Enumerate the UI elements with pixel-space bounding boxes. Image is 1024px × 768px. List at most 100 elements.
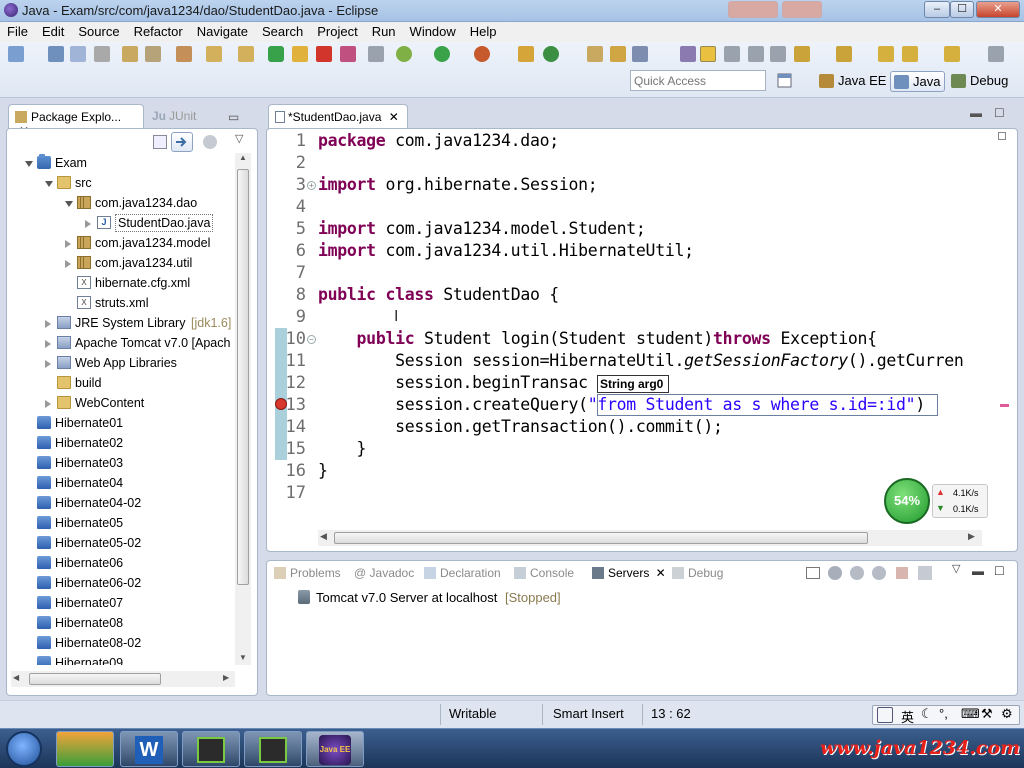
menu-file[interactable]: File bbox=[0, 22, 35, 39]
tree-item[interactable]: Hibernate04 bbox=[7, 473, 235, 493]
code-line[interactable]: import com.java1234.util.HibernateUtil; bbox=[318, 240, 694, 262]
menu-window[interactable]: Window bbox=[403, 22, 463, 39]
collapse-all-icon[interactable] bbox=[806, 567, 820, 579]
tree-item[interactable]: Hibernate09 bbox=[7, 653, 235, 665]
collapse-arrow-icon[interactable] bbox=[85, 220, 91, 228]
publish-icon[interactable] bbox=[918, 566, 932, 580]
code-line[interactable]: import com.java1234.model.Student; bbox=[318, 218, 646, 240]
annotation-icon[interactable] bbox=[680, 46, 696, 62]
refactor-icon[interactable] bbox=[122, 46, 138, 62]
editor-horizontal-scrollbar[interactable]: ◀ ▶ bbox=[318, 530, 982, 546]
menu-search[interactable]: Search bbox=[255, 22, 310, 39]
block-selection-icon[interactable] bbox=[748, 46, 764, 62]
run-icon[interactable] bbox=[434, 46, 450, 62]
tree-item[interactable]: Xhibernate.cfg.xml bbox=[7, 273, 235, 293]
tree-item[interactable]: Hibernate05-02 bbox=[7, 533, 235, 553]
scroll-down-icon[interactable]: ▼ bbox=[239, 653, 247, 662]
menu-run[interactable]: Run bbox=[365, 22, 403, 39]
tab-console[interactable]: Console bbox=[514, 566, 574, 580]
tab-problems[interactable]: Problems bbox=[274, 566, 341, 580]
tab-servers[interactable]: Servers ✕ bbox=[592, 566, 666, 580]
next-annotation-icon[interactable] bbox=[794, 46, 810, 62]
terminate-icon[interactable] bbox=[316, 46, 332, 62]
tree-item[interactable]: build bbox=[7, 373, 235, 393]
perspective-debug[interactable]: Debug bbox=[948, 71, 1012, 92]
tree-item[interactable]: Hibernate08 bbox=[7, 613, 235, 633]
minimize-editor-icon[interactable]: ▬ bbox=[970, 106, 982, 120]
collapse-arrow-icon[interactable] bbox=[45, 360, 51, 368]
back-icon[interactable] bbox=[902, 46, 918, 62]
suspend-icon[interactable] bbox=[292, 46, 308, 62]
tab-package-explorer[interactable]: Package Explo... ✕ bbox=[8, 104, 144, 138]
focus-active-task-icon[interactable] bbox=[203, 135, 217, 149]
code-line[interactable]: } bbox=[318, 438, 367, 460]
debug-icon[interactable] bbox=[396, 46, 412, 62]
print-icon[interactable] bbox=[94, 46, 110, 62]
code-line[interactable]: Session session=HibernateUtil.getSession… bbox=[318, 350, 964, 372]
ime-tools-icon[interactable]: ⚒ bbox=[981, 706, 993, 722]
tree-item[interactable]: com.java1234.dao bbox=[7, 193, 235, 213]
start-server-icon[interactable] bbox=[850, 566, 864, 580]
scroll-left-icon[interactable]: ◀ bbox=[320, 531, 327, 542]
new-class-icon[interactable] bbox=[543, 46, 559, 62]
code-line[interactable]: package com.java1234.dao; bbox=[318, 130, 559, 152]
maximize-panel-icon[interactable]: ☐ bbox=[994, 564, 1005, 578]
save-icon[interactable] bbox=[48, 46, 64, 62]
tree-item[interactable]: Hibernate01 bbox=[7, 413, 235, 433]
highlight-icon[interactable] bbox=[700, 46, 716, 62]
tab-junit[interactable]: Ju JUnit bbox=[146, 104, 206, 129]
fold-toggle-icon[interactable]: + bbox=[307, 181, 316, 190]
skip-breakpoints-icon[interactable] bbox=[368, 46, 384, 62]
tab-javadoc[interactable]: @ Javadoc bbox=[354, 566, 414, 580]
perspective-java[interactable]: Java bbox=[890, 71, 946, 92]
pin-editor-icon[interactable] bbox=[988, 46, 1004, 62]
tree-item[interactable]: Exam bbox=[7, 153, 235, 173]
collapse-all-icon[interactable] bbox=[153, 135, 167, 149]
minimize-panel-icon[interactable]: ▬ bbox=[972, 564, 984, 578]
resume-icon[interactable] bbox=[268, 46, 284, 62]
menu-source[interactable]: Source bbox=[71, 22, 126, 39]
previous-annotation-icon[interactable] bbox=[836, 46, 852, 62]
server-row[interactable]: Tomcat v7.0 Server at localhost [Stopped… bbox=[298, 590, 698, 610]
tree-item[interactable]: Hibernate06-02 bbox=[7, 573, 235, 593]
ime-moon-icon[interactable]: ☾ bbox=[921, 706, 933, 722]
start-button[interactable] bbox=[6, 731, 42, 767]
open-file-icon[interactable] bbox=[610, 46, 626, 62]
minimize-view-icon[interactable]: ▭ bbox=[228, 110, 239, 124]
collapse-arrow-icon[interactable] bbox=[65, 240, 71, 248]
tree-item[interactable]: J StudentDao.java bbox=[7, 213, 235, 233]
menu-help[interactable]: Help bbox=[463, 22, 504, 39]
tree-item[interactable]: Xstruts.xml bbox=[7, 293, 235, 313]
tree-item[interactable]: WebContent bbox=[7, 393, 235, 413]
new-icon[interactable] bbox=[8, 46, 24, 62]
expand-arrow-icon[interactable] bbox=[65, 201, 73, 207]
code-line[interactable]: } bbox=[318, 460, 328, 482]
scroll-left-icon[interactable]: ◀ bbox=[13, 673, 19, 682]
close-button[interactable]: ✕ bbox=[976, 1, 1020, 18]
scrollbar-thumb[interactable] bbox=[29, 673, 161, 685]
scrollbar-thumb[interactable] bbox=[334, 532, 868, 544]
debug-server-icon[interactable] bbox=[828, 566, 842, 580]
redo-icon[interactable] bbox=[238, 46, 254, 62]
tree-item[interactable]: Hibernate08-02 bbox=[7, 633, 235, 653]
code-line[interactable]: session.beginTransac bbox=[318, 372, 588, 394]
scroll-right-icon[interactable]: ▶ bbox=[968, 531, 975, 542]
open-type-icon[interactable] bbox=[176, 46, 192, 62]
scrollbar-thumb[interactable] bbox=[237, 169, 249, 585]
menu-edit[interactable]: Edit bbox=[35, 22, 71, 39]
taskbar-eclipse[interactable]: Java EE bbox=[306, 731, 364, 767]
tab-declaration[interactable]: Declaration bbox=[424, 566, 501, 580]
close-tab-icon[interactable]: ✕ bbox=[652, 566, 666, 580]
ime-language[interactable]: 英 bbox=[901, 707, 914, 726]
show-whitespace-icon[interactable] bbox=[770, 46, 786, 62]
tree-item[interactable]: Hibernate03 bbox=[7, 453, 235, 473]
tree-item[interactable]: Hibernate04-02 bbox=[7, 493, 235, 513]
code-line[interactable]: public Student login(Student student)thr… bbox=[318, 328, 878, 350]
toggle-mark-icon[interactable] bbox=[724, 46, 740, 62]
new-java-project-icon[interactable] bbox=[518, 46, 534, 62]
last-edit-icon[interactable] bbox=[878, 46, 894, 62]
save-all-icon[interactable] bbox=[70, 46, 86, 62]
build-icon[interactable] bbox=[145, 46, 161, 62]
minimize-button[interactable]: – bbox=[924, 1, 950, 18]
ime-settings-icon[interactable]: ⚙ bbox=[1001, 706, 1013, 722]
